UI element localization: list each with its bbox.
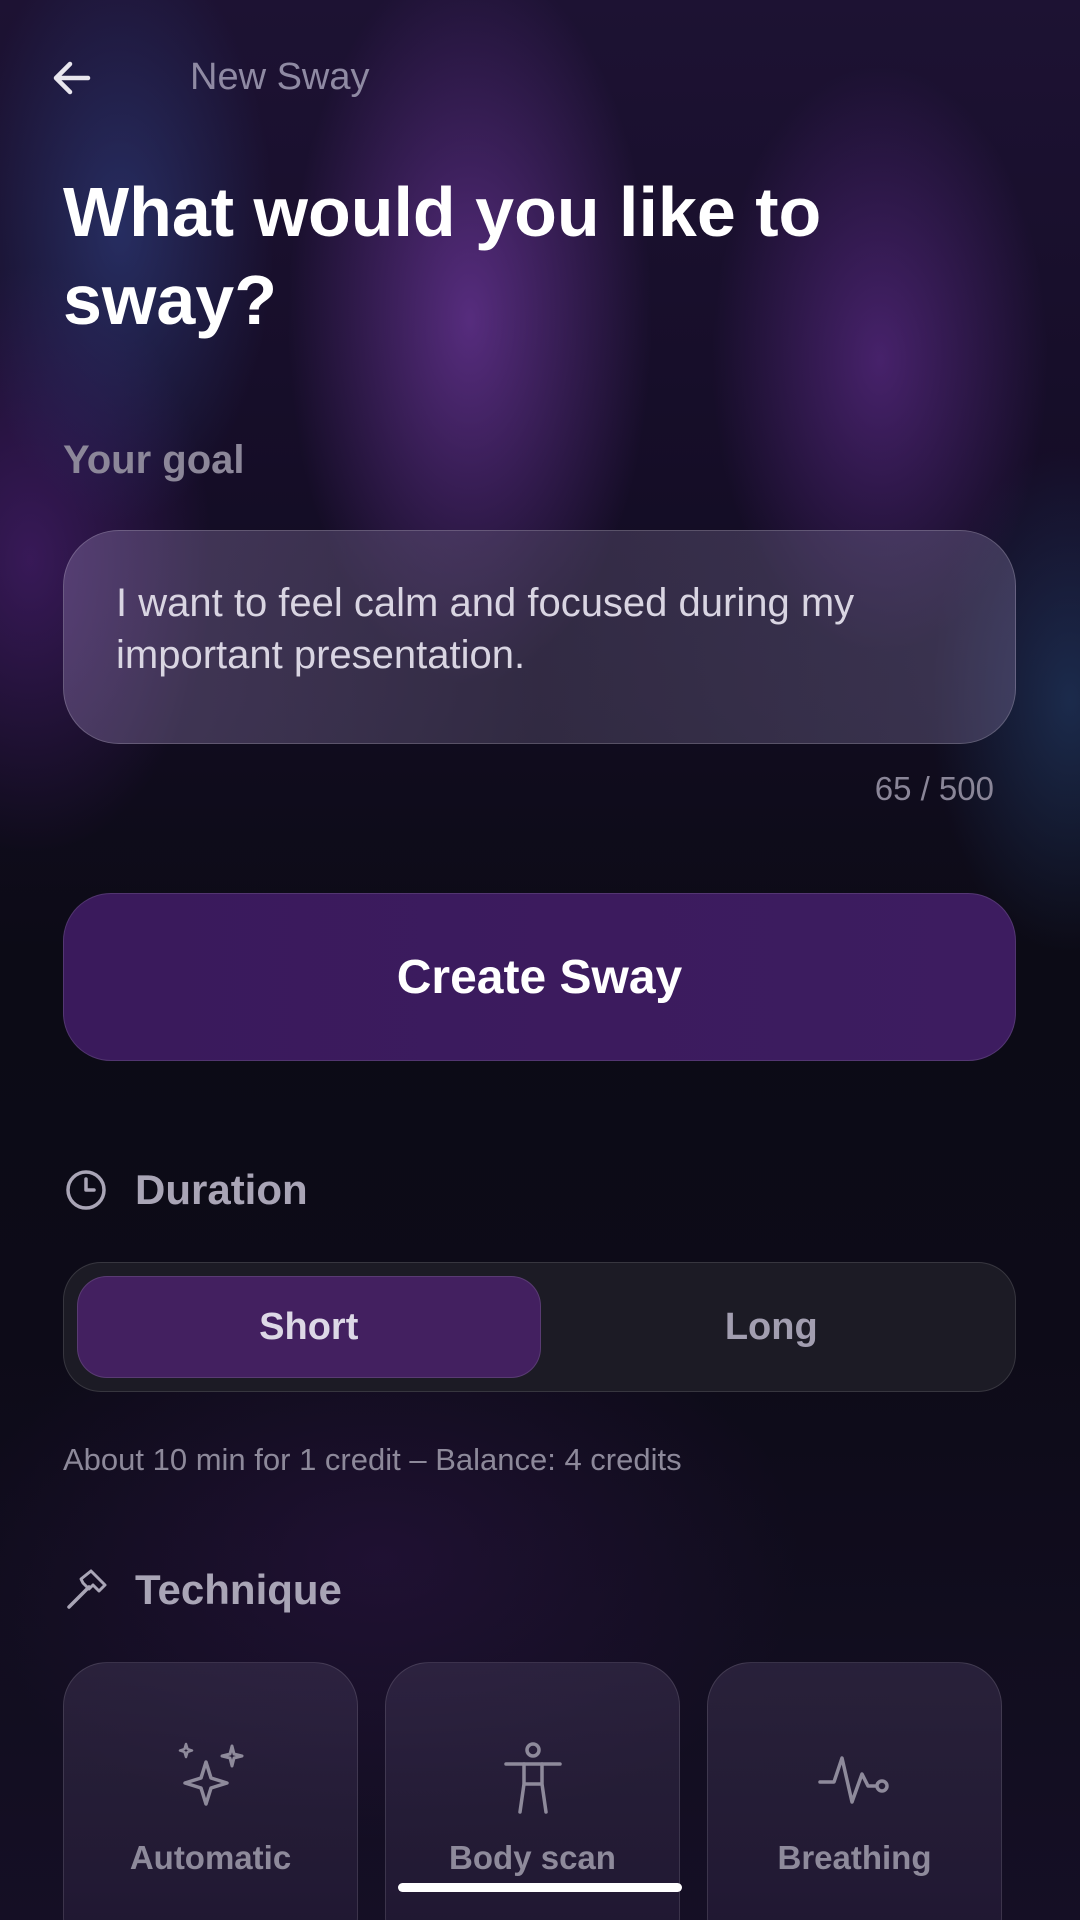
- character-counter: 65 / 500: [874, 770, 994, 807]
- duration-section-header: Duration: [63, 1166, 308, 1214]
- goal-label: Your goal: [63, 438, 245, 482]
- technique-option-body-scan[interactable]: Body scan: [385, 1662, 680, 1920]
- arrow-left-icon: [53, 61, 91, 95]
- technique-options: Automatic Body scan Breathing: [63, 1662, 1002, 1920]
- page-title: What would you like to sway?: [63, 173, 822, 339]
- technique-label: Breathing: [777, 1839, 932, 1876]
- technique-section-header: Technique: [63, 1566, 342, 1614]
- clock-icon: [63, 1167, 109, 1213]
- duration-option-long[interactable]: Long: [541, 1276, 1003, 1378]
- duration-selector: Short Long: [63, 1262, 1016, 1392]
- duration-option-short[interactable]: Short: [77, 1276, 541, 1378]
- duration-title: Duration: [135, 1166, 308, 1213]
- header-title: New Sway: [190, 56, 370, 98]
- technique-option-automatic[interactable]: Automatic: [63, 1662, 358, 1920]
- technique-label: Automatic: [129, 1839, 292, 1876]
- create-sway-button[interactable]: Create Sway: [63, 893, 1016, 1061]
- goal-input[interactable]: I want to feel calm and focused during m…: [63, 530, 1016, 744]
- hammer-icon: [63, 1567, 109, 1613]
- duration-info: About 10 min for 1 credit – Balance: 4 c…: [63, 1442, 682, 1477]
- technique-option-breathing[interactable]: Breathing: [707, 1662, 1002, 1920]
- pulse-icon: [815, 1739, 895, 1819]
- back-button[interactable]: [42, 48, 102, 108]
- person-icon: [493, 1739, 573, 1819]
- home-indicator[interactable]: [398, 1883, 682, 1892]
- technique-title: Technique: [135, 1566, 342, 1613]
- technique-label: Body scan: [449, 1839, 616, 1876]
- sparkles-icon: [171, 1739, 251, 1819]
